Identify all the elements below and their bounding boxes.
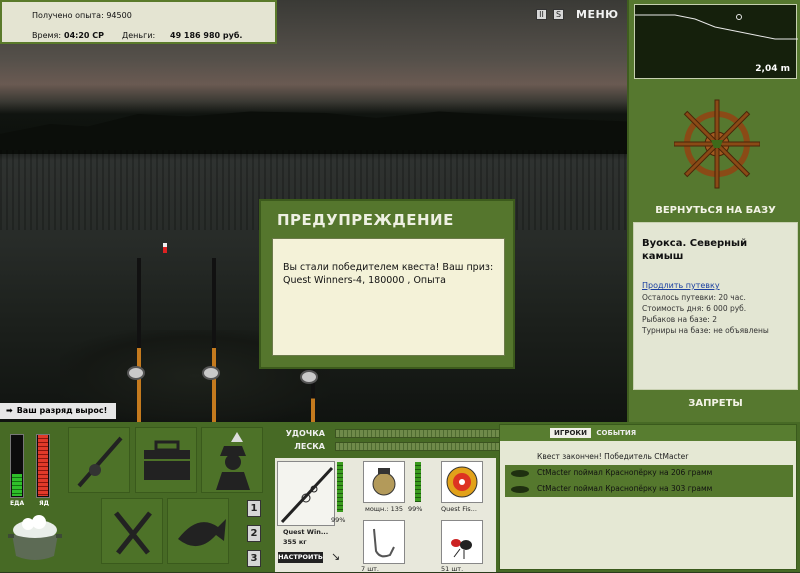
tackle-tension: УДОЧКА ЛЕСКА bbox=[275, 424, 503, 458]
line-name: Quest Fis... bbox=[441, 505, 477, 513]
fish-icon bbox=[178, 519, 226, 547]
slot-2-button[interactable]: 2 bbox=[247, 525, 261, 542]
rod-icon bbox=[77, 436, 123, 488]
location-info: Вуокса. Северный камыш Продлить путевку … bbox=[633, 222, 798, 390]
bans-button[interactable]: ЗАПРЕТЫ bbox=[629, 398, 800, 409]
fish-icon bbox=[511, 470, 529, 477]
fisherman-icon bbox=[216, 432, 250, 490]
dialog-body[interactable]: Вы стали победителем квеста! Ваш приз: Q… bbox=[272, 238, 505, 356]
money-label: Деньги: bbox=[122, 31, 156, 40]
extend-voucher-link[interactable]: Продлить путевку bbox=[642, 281, 789, 290]
tackle-box-button[interactable] bbox=[135, 427, 197, 493]
money-value: 49 186 980 руб. bbox=[170, 31, 243, 40]
right-panel: 2,04 m ВЕРНУТЬСЯ НА БАЗУ Вуокса. Северны… bbox=[627, 0, 800, 422]
rods-button[interactable] bbox=[68, 427, 130, 493]
warning-dialog: ПРЕДУПРЕЖДЕНИЕ Вы стали победителем квес… bbox=[259, 199, 515, 369]
fish-keepnet-button[interactable] bbox=[167, 498, 229, 564]
location-name: Вуокса. Северный камыш bbox=[642, 238, 748, 262]
hook-icon bbox=[373, 528, 395, 558]
event-message: Квест закончен! Победитель CtMacter bbox=[537, 452, 689, 461]
pause-button[interactable]: II bbox=[536, 9, 547, 20]
rod-condition-bar bbox=[337, 462, 343, 512]
voucher-remaining: Осталось путевки: 20 час. bbox=[642, 293, 746, 302]
rod-tension-bar bbox=[335, 429, 503, 438]
pot-icon[interactable] bbox=[6, 508, 64, 566]
rod-icon bbox=[280, 466, 334, 524]
fishers-at-base: Рыбаков на базе: 2 bbox=[642, 315, 717, 324]
fish-icon bbox=[511, 486, 529, 493]
poison-fill bbox=[38, 435, 48, 496]
food-label: ЕДА bbox=[10, 500, 25, 507]
line-spool-icon bbox=[446, 466, 478, 498]
chat-tabs: ИГРОКИ СОБЫТИЯ bbox=[500, 425, 796, 441]
food-button[interactable] bbox=[101, 498, 163, 564]
food-fill bbox=[12, 474, 22, 496]
line-tension-bar bbox=[335, 442, 503, 451]
hook-slot[interactable] bbox=[363, 520, 405, 564]
status-gauges: ЕДА ЯД bbox=[5, 428, 57, 507]
reel-1 bbox=[127, 366, 145, 380]
player-stats-panel: Получено опыта: 94500 Время: 04:20 СР Де… bbox=[0, 0, 277, 44]
depth-value: 2,04 m bbox=[755, 64, 790, 74]
arrow-icon: ➡ bbox=[6, 406, 13, 415]
tournaments-info: Турниры на базе: не объявлены bbox=[642, 326, 769, 335]
event-message: CtMacter поймал Краснопёрку на 303 грамм bbox=[505, 481, 793, 497]
time-value: 04:20 СР bbox=[64, 31, 104, 40]
tackle-slots: 99% Quest Win... 355 кг НАСТРОИТЬ ↘ мощн… bbox=[275, 458, 496, 573]
ant-bait-icon bbox=[451, 539, 472, 559]
bait-slot[interactable] bbox=[441, 520, 483, 564]
rod-tension-label: УДОЧКА bbox=[285, 429, 325, 438]
character-button[interactable] bbox=[201, 427, 263, 493]
reel-power: мощн.: 135 bbox=[365, 505, 403, 513]
rod-weight: 355 кг bbox=[283, 538, 307, 546]
reel-condition-bar bbox=[415, 462, 421, 502]
reel-3 bbox=[300, 370, 318, 384]
reel-slot[interactable] bbox=[363, 461, 405, 503]
dialog-title: ПРЕДУПРЕЖДЕНИЕ bbox=[277, 211, 454, 229]
reel-percent: 99% bbox=[408, 505, 423, 513]
event-message: CtMacter поймал Краснопёрку на 206 грамм bbox=[505, 465, 793, 481]
dialog-message: Вы стали победителем квеста! Ваш приз: Q… bbox=[283, 262, 494, 286]
depth-chart: 2,04 m bbox=[634, 4, 798, 79]
float-bobber bbox=[163, 243, 167, 253]
reel-icon bbox=[372, 468, 396, 496]
rod-percent: 99% bbox=[331, 516, 346, 524]
reel-2 bbox=[202, 366, 220, 380]
sound-button[interactable]: S bbox=[553, 9, 564, 20]
menu-button[interactable]: МЕНЮ bbox=[576, 8, 619, 21]
top-controls: II S МЕНЮ bbox=[536, 8, 619, 21]
tab-events[interactable]: СОБЫТИЯ bbox=[596, 429, 636, 437]
experience-text: Получено опыта: 94500 bbox=[32, 11, 132, 20]
knife-fork-icon bbox=[114, 511, 152, 555]
time-label: Время: bbox=[32, 31, 62, 40]
tackle-box-icon bbox=[144, 440, 190, 480]
food-gauge bbox=[10, 434, 24, 498]
return-to-base-button[interactable]: ВЕРНУТЬСЯ НА БАЗУ bbox=[629, 205, 800, 216]
tab-players[interactable]: ИГРОКИ bbox=[550, 428, 591, 438]
treeline bbox=[0, 111, 627, 154]
line-slot[interactable] bbox=[441, 461, 483, 503]
rank-up-notice: ➡ Ваш разряд вырос! bbox=[0, 403, 116, 419]
resize-arrow-icon: ↘ bbox=[331, 550, 341, 563]
poison-label: ЯД bbox=[39, 500, 49, 507]
day-cost: Стоимость дня: 6 000 руб. bbox=[642, 304, 747, 313]
slot-1-button[interactable]: 1 bbox=[247, 500, 261, 517]
ship-wheel-icon[interactable] bbox=[674, 96, 760, 192]
setup-button[interactable]: НАСТРОИТЬ bbox=[278, 552, 323, 563]
events-panel: ИГРОКИ СОБЫТИЯ Квест закончен! Победител… bbox=[499, 424, 797, 570]
slot-3-button[interactable]: 3 bbox=[247, 550, 261, 567]
fishing-rod-2[interactable] bbox=[212, 258, 216, 422]
rod-slot[interactable] bbox=[277, 461, 335, 526]
poison-gauge bbox=[36, 434, 50, 498]
fishing-rod-1[interactable] bbox=[137, 258, 141, 422]
rod-name: Quest Win... bbox=[283, 528, 329, 536]
line-tension-label: ЛЕСКА bbox=[294, 442, 325, 451]
